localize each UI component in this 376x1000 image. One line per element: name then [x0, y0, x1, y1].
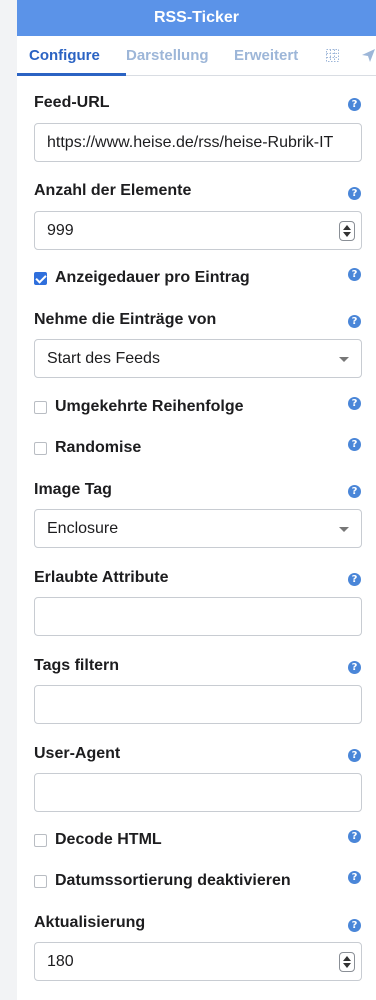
refresh-input[interactable]: 180	[34, 942, 362, 981]
help-icon[interactable]: ?	[348, 315, 361, 328]
take-entries-value: Start des Feeds	[47, 349, 160, 367]
chevron-down-icon	[339, 527, 349, 532]
tab-darstellung[interactable]: Darstellung	[126, 47, 209, 64]
settings-panel: RSS-Ticker Configure Darstellung Erweite…	[17, 0, 376, 1000]
reverse-order-label: Umgekehrte Reihenfolge	[55, 398, 244, 415]
tab-bar: Configure Darstellung Erweitert	[17, 36, 376, 76]
take-entries-label: Nehme die Einträge von	[34, 311, 217, 328]
active-tab-indicator	[17, 73, 126, 76]
help-icon[interactable]: ?	[348, 830, 361, 843]
randomise-row[interactable]: Randomise	[34, 439, 141, 457]
image-tag-select[interactable]: Enclosure	[34, 509, 362, 548]
take-entries-select[interactable]: Start des Feeds	[34, 339, 362, 378]
help-icon[interactable]: ?	[348, 485, 361, 498]
help-icon[interactable]: ?	[348, 749, 361, 762]
grid-icon[interactable]	[325, 48, 340, 63]
image-tag-label: Image Tag	[34, 481, 112, 498]
decode-html-row[interactable]: Decode HTML	[34, 831, 162, 849]
randomise-label: Randomise	[55, 439, 142, 456]
send-icon[interactable]	[361, 48, 376, 63]
item-count-label: Anzahl der Elemente	[34, 182, 192, 199]
feed-url-input[interactable]: https://www.heise.de/rss/heise-Rubrik-IT	[34, 123, 362, 162]
feed-url-label: Feed-URL	[34, 94, 110, 111]
chevron-down-icon	[339, 357, 349, 362]
display-duration-row[interactable]: Anzeigedauer pro Eintrag	[34, 269, 250, 287]
item-count-value: 999	[47, 221, 74, 239]
display-duration-label: Anzeigedauer pro Eintrag	[55, 269, 250, 286]
decode-html-label: Decode HTML	[55, 831, 162, 848]
disable-date-sort-label: Datumssortierung deaktivieren	[55, 872, 291, 889]
help-icon[interactable]: ?	[348, 438, 361, 451]
help-icon[interactable]: ?	[348, 919, 361, 932]
allowed-attributes-label: Erlaubte Attribute	[34, 569, 169, 586]
help-icon[interactable]: ?	[348, 268, 361, 281]
display-duration-checkbox[interactable]	[34, 271, 47, 285]
help-icon[interactable]: ?	[348, 573, 361, 586]
help-icon[interactable]: ?	[348, 871, 361, 884]
filter-tags-label: Tags filtern	[34, 657, 120, 674]
allowed-attributes-input[interactable]	[34, 597, 362, 636]
item-count-input[interactable]: 999	[34, 211, 362, 250]
filter-tags-input[interactable]	[34, 685, 362, 724]
help-icon[interactable]: ?	[348, 661, 361, 674]
image-tag-value: Enclosure	[47, 519, 119, 537]
reverse-order-checkbox[interactable]	[34, 400, 47, 414]
disable-date-sort-checkbox[interactable]	[34, 874, 47, 888]
help-icon[interactable]: ?	[348, 187, 361, 200]
help-icon[interactable]: ?	[348, 98, 361, 111]
refresh-value: 180	[47, 952, 74, 970]
user-agent-input[interactable]	[34, 773, 362, 812]
number-stepper-icon[interactable]	[339, 952, 355, 972]
number-stepper-icon[interactable]	[339, 221, 355, 241]
help-icon[interactable]: ?	[348, 397, 361, 410]
reverse-order-row[interactable]: Umgekehrte Reihenfolge	[34, 398, 243, 416]
decode-html-checkbox[interactable]	[34, 833, 47, 847]
tab-configure[interactable]: Configure	[29, 47, 100, 64]
randomise-checkbox[interactable]	[34, 441, 47, 455]
user-agent-label: User-Agent	[34, 745, 121, 762]
tab-erweitert[interactable]: Erweitert	[234, 47, 298, 64]
disable-date-sort-row[interactable]: Datumssortierung deaktivieren	[34, 872, 291, 890]
refresh-label: Aktualisierung	[34, 914, 146, 931]
window-title: RSS-Ticker	[17, 0, 376, 36]
